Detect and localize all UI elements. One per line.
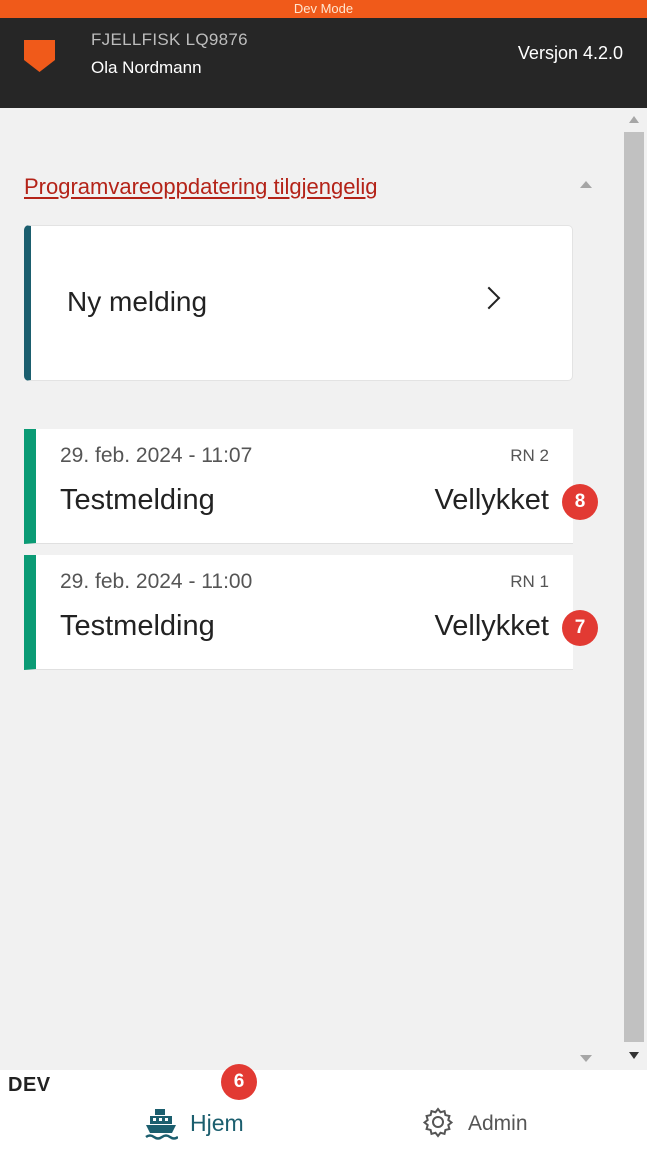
nav-item-admin[interactable]: Admin <box>418 1102 558 1142</box>
chevron-right-icon <box>477 286 501 310</box>
message-row[interactable]: 29. feb. 2024 - 11:07 RN 2 Testmelding V… <box>24 429 573 544</box>
app-version: Versjon 4.2.0 <box>517 43 623 63</box>
message-date: 29. feb. 2024 - 11:00 <box>60 570 253 593</box>
gear-icon <box>422 1107 454 1138</box>
message-name: Testmelding <box>60 610 215 642</box>
message-status: Vellykket <box>434 610 549 642</box>
nav-admin-label: Admin <box>468 1112 528 1135</box>
app-header: FJELLFISK LQ9876 Ola Nordmann Versjon 4.… <box>0 18 647 108</box>
message-rn: RN 1 <box>510 572 549 591</box>
collapse-down-icon[interactable] <box>580 1055 592 1062</box>
message-date: 29. feb. 2024 - 11:07 <box>60 444 253 467</box>
new-message-label: Ny melding <box>67 286 208 317</box>
scroll-up-arrow-icon[interactable] <box>629 116 639 123</box>
scroll-down-arrow-icon[interactable] <box>629 1052 639 1059</box>
message-rn: RN 2 <box>510 446 549 465</box>
ship-icon <box>145 1109 178 1140</box>
dev-mode-label: Dev Mode <box>293 1 354 16</box>
software-update-link[interactable]: Programvareoppdatering tilgjengelig <box>24 174 377 200</box>
environment-label: DEV <box>8 1074 51 1096</box>
new-message-card[interactable]: Ny melding <box>24 225 573 381</box>
nav-home-label: Hjem <box>190 1110 244 1136</box>
annotation-badge: 8 <box>562 484 598 520</box>
annotation-badge: 7 <box>562 610 598 646</box>
user-name: Ola Nordmann <box>91 58 202 77</box>
message-row[interactable]: 29. feb. 2024 - 11:00 RN 1 Testmelding V… <box>24 555 573 670</box>
nav-item-home[interactable]: Hjem <box>140 1102 280 1142</box>
message-status: Vellykket <box>434 484 549 516</box>
annotation-badge: 6 <box>221 1064 257 1100</box>
message-name: Testmelding <box>60 484 215 516</box>
collapse-up-icon[interactable] <box>580 181 592 188</box>
main-content[interactable]: Programvareoppdatering tilgjengelig Ny m… <box>0 108 621 1070</box>
shield-logo-icon <box>24 40 55 72</box>
bottom-navigation: DEV 6 Hjem Admin <box>0 1064 647 1161</box>
vertical-scrollbar[interactable] <box>621 108 647 1070</box>
vessel-name: FJELLFISK LQ9876 <box>91 30 248 49</box>
scrollbar-thumb[interactable] <box>624 132 644 1042</box>
dev-mode-banner: Dev Mode <box>0 0 647 18</box>
